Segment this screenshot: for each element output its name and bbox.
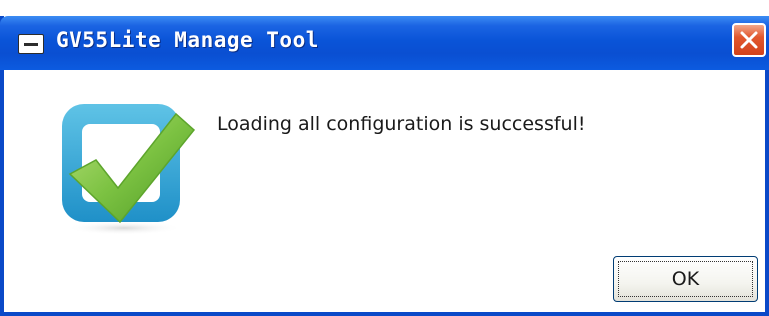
ok-button[interactable]: OK — [613, 256, 758, 302]
window-menu-icon[interactable] — [18, 34, 44, 54]
close-button[interactable] — [732, 23, 766, 57]
close-icon — [740, 31, 758, 49]
window-title: GV55Lite Manage Tool — [56, 28, 319, 52]
success-checkmark-icon — [56, 96, 206, 236]
ok-button-label: OK — [671, 268, 700, 290]
status-message: Loading all configuration is successful! — [217, 113, 586, 135]
title-bar[interactable]: GV55Lite Manage Tool — [0, 16, 769, 70]
